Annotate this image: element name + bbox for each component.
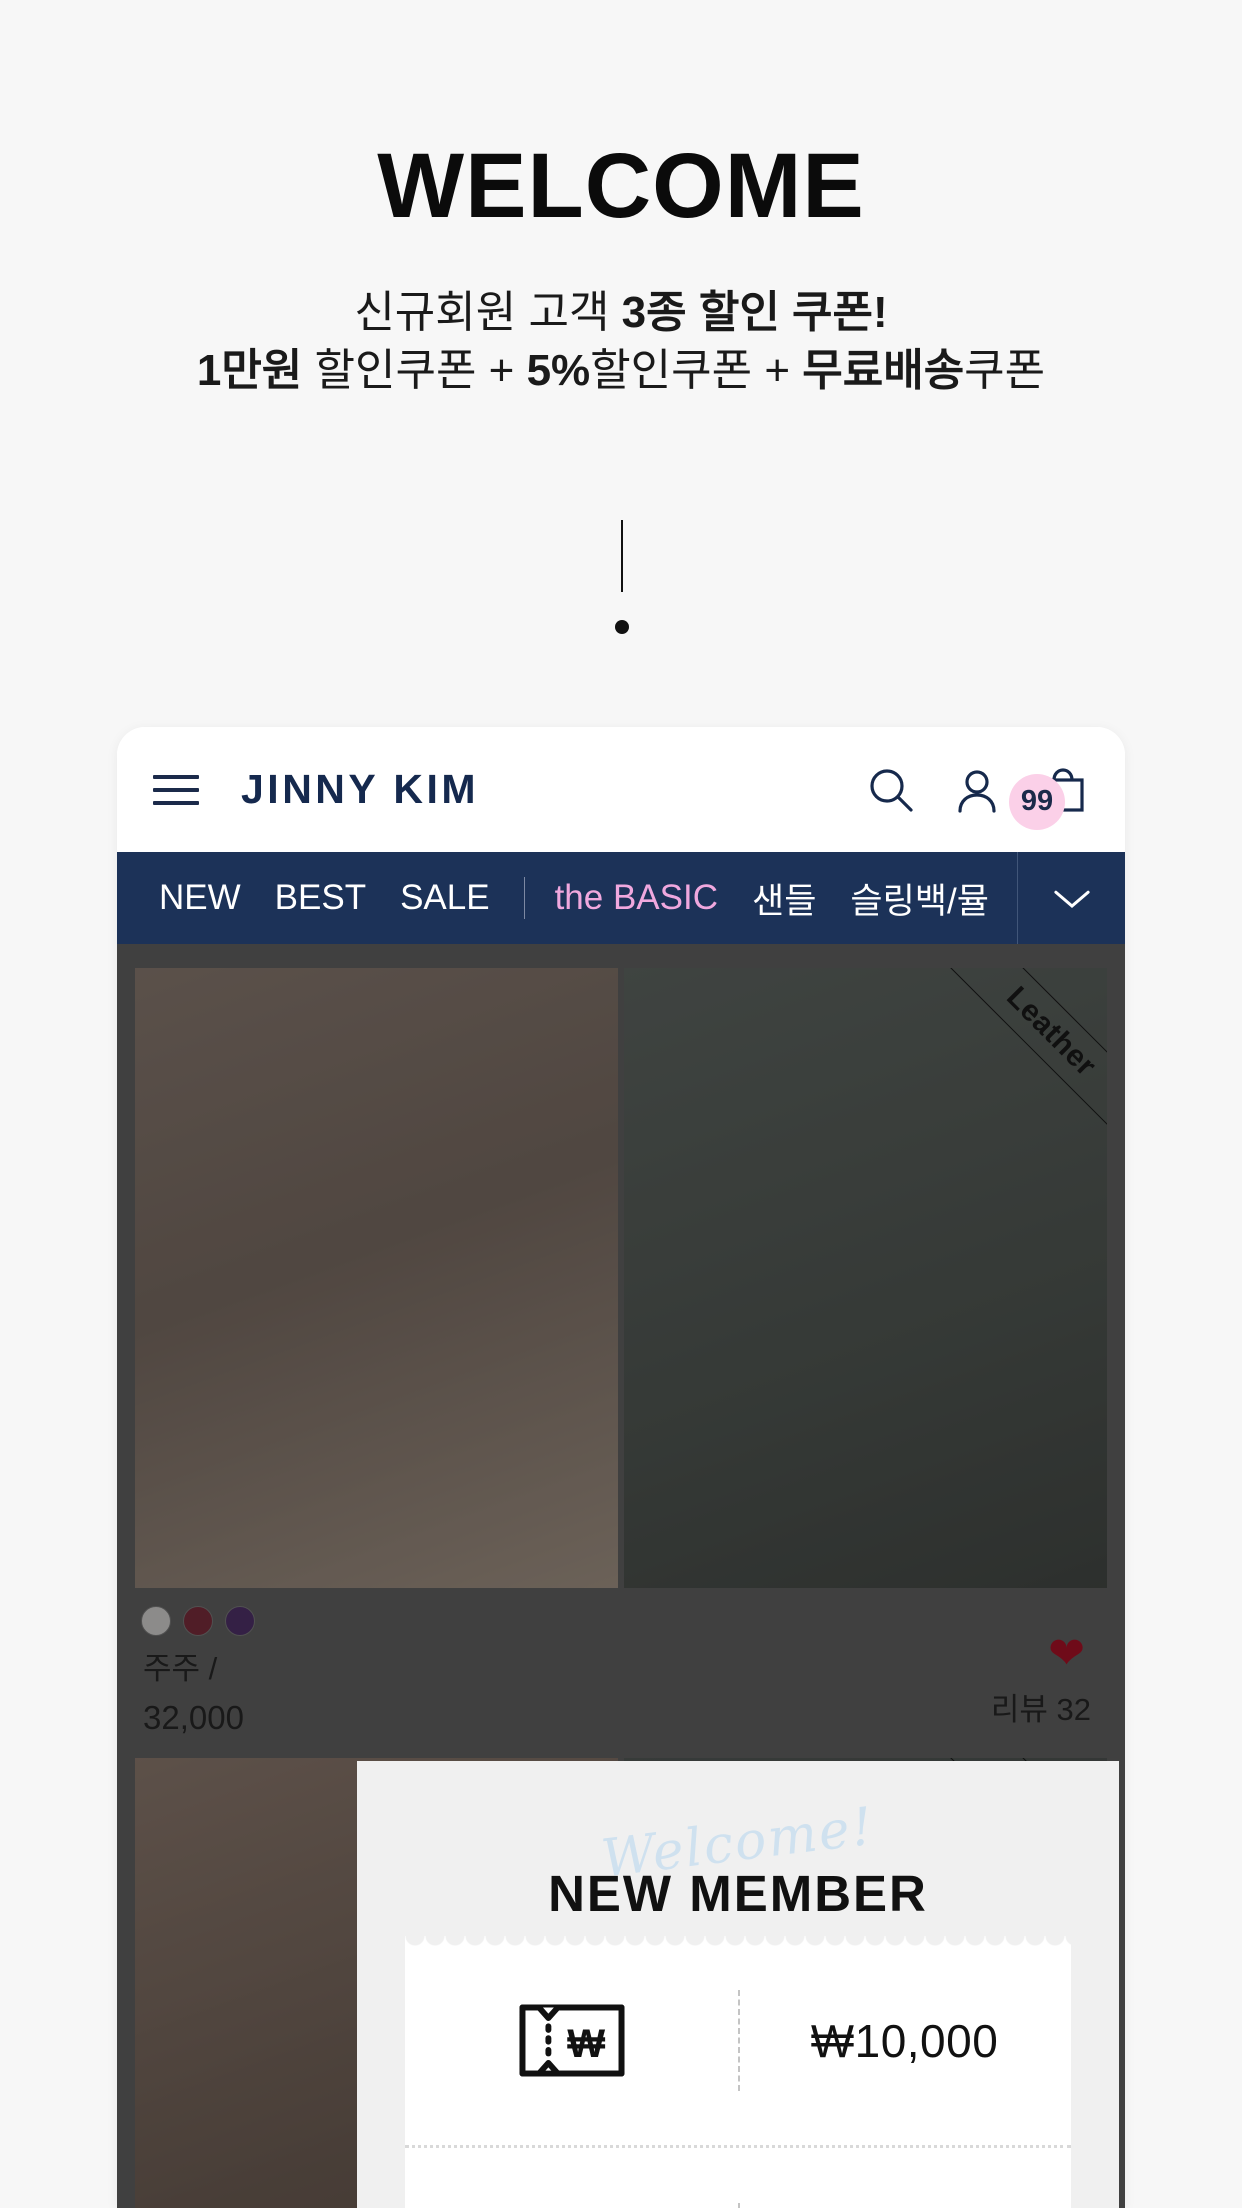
- promo-sub1-plain: 신규회원 고객: [354, 288, 622, 337]
- promo-sub1-bold: 3종 할인 쿠폰!: [621, 288, 888, 337]
- promo-sub2-plain-a: 할인쿠폰 +: [302, 346, 527, 396]
- coupon-divider: [738, 1990, 740, 2091]
- nav-item-sale[interactable]: SALE: [400, 878, 490, 918]
- svg-text:₩: ₩: [567, 2021, 605, 2066]
- category-nav: NEW BEST SALE the BASIC 샌들 슬링백/뮬: [117, 852, 1125, 944]
- shopping-bag-icon[interactable]: 99: [1009, 764, 1089, 830]
- promo-sub2-bold-b: 5%: [526, 346, 591, 396]
- brand-logo[interactable]: JINNY KIM: [241, 766, 479, 813]
- pointer-line: [621, 520, 623, 592]
- promo-hero: WELCOME 신규회원 고객 3종 할인 쿠폰! 1만원 할인쿠폰 + 5%할…: [0, 0, 1242, 400]
- phone-screen: JINNY KIM 99 NEW BEST SALE the BASIC 샌들 …: [117, 727, 1125, 2208]
- nav-item-the-basic[interactable]: the BASIC: [555, 878, 718, 918]
- chevron-down-icon[interactable]: [1017, 852, 1125, 944]
- modal-title: NEW MEMBER: [548, 1865, 928, 1922]
- nav-item-new[interactable]: NEW: [159, 878, 241, 918]
- cart-count-badge: 99: [1009, 773, 1065, 830]
- promo-sub2-bold-c: 무료배송: [802, 346, 965, 396]
- store-header: JINNY KIM 99: [117, 727, 1125, 852]
- search-icon[interactable]: [865, 764, 917, 816]
- person-icon[interactable]: [951, 764, 1003, 816]
- modal-header: Welcome! NEW MEMBER: [357, 1761, 1119, 1936]
- new-member-coupon-modal: Welcome! NEW MEMBER ₩ ₩10,000: [357, 1761, 1119, 2208]
- nav-item-slingback-mule[interactable]: 슬링백/뮬: [850, 873, 989, 924]
- promo-sub2-plain-c: 쿠폰: [964, 346, 1046, 396]
- promo-subtitle-line2: 1만원 할인쿠폰 + 5%할인쿠폰 + 무료배송쿠폰: [0, 342, 1242, 400]
- promo-sub2-plain-b: 할인쿠폰 +: [590, 346, 803, 396]
- nav-divider: [523, 877, 525, 919]
- coupon-ticket: ₩ ₩10,000: [405, 1936, 1071, 2208]
- nav-item-sandals[interactable]: 샌들: [752, 873, 816, 924]
- promo-subtitle-line1: 신규회원 고객 3종 할인 쿠폰!: [0, 284, 1242, 342]
- promo-subtitle: 신규회원 고객 3종 할인 쿠폰! 1만원 할인쿠폰 + 5%할인쿠폰 + 무료…: [0, 284, 1242, 400]
- coupon-label-won: ₩10,000: [810, 2014, 999, 2067]
- coupon-row-percent[interactable]: 5% OFF: [405, 2145, 1071, 2208]
- header-icon-group: 99: [865, 764, 1089, 830]
- nav-item-best[interactable]: BEST: [275, 878, 366, 918]
- coupon-won-icon: ₩: [405, 1993, 738, 2088]
- pointer-dot: [615, 620, 629, 634]
- page-title: WELCOME: [377, 135, 865, 237]
- hamburger-icon[interactable]: [153, 774, 199, 805]
- coupon-row-won[interactable]: ₩ ₩10,000: [405, 1936, 1071, 2145]
- coupon-divider: [738, 2202, 740, 2208]
- promo-sub2-bold-a: 1만원: [196, 346, 303, 396]
